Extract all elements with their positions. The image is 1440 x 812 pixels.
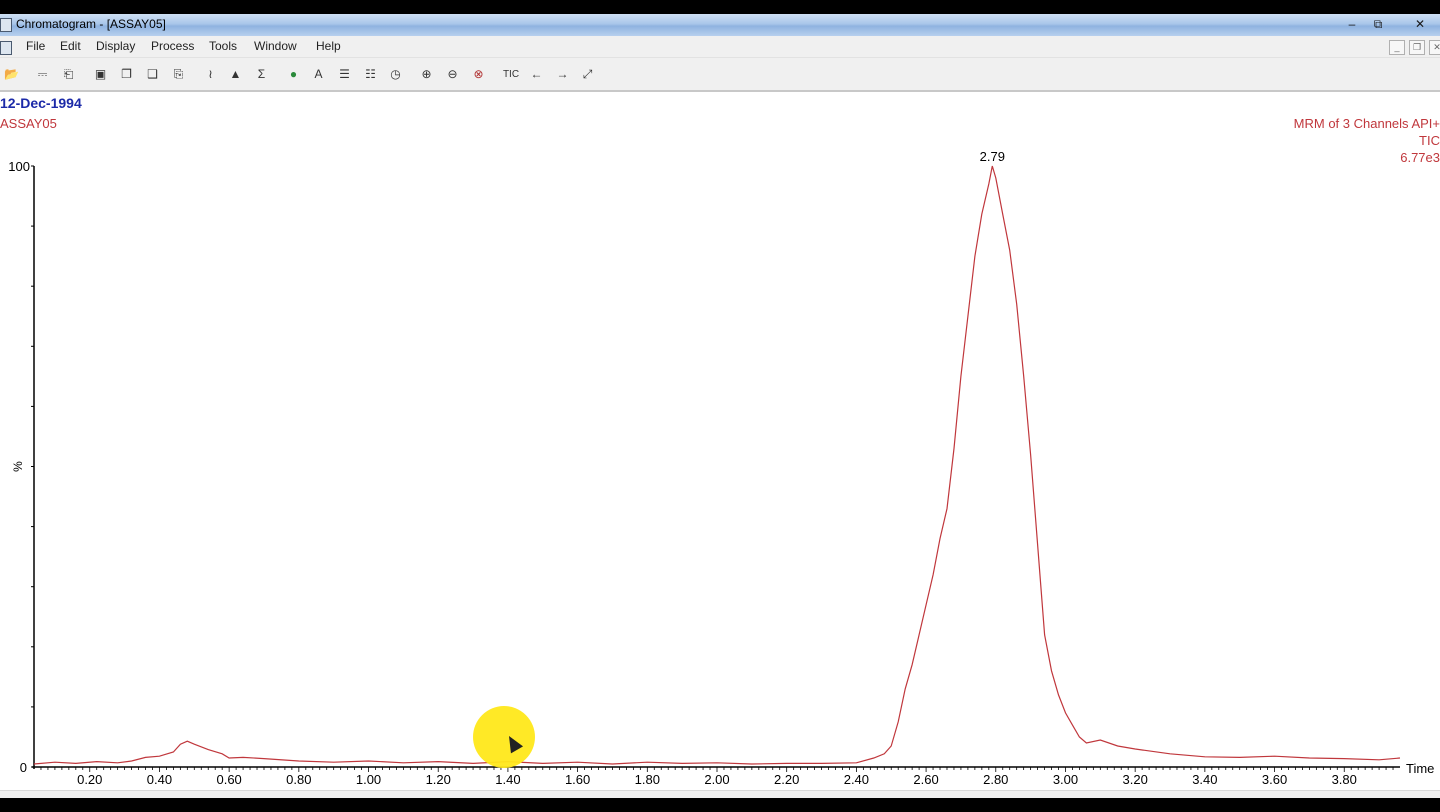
paste-icon[interactable]: ⎘ (170, 66, 187, 83)
x-tick-label: 1.20 (426, 772, 451, 787)
copy-icon[interactable]: ❐ (118, 66, 135, 83)
x-tick-label: 1.00 (356, 772, 381, 787)
menu-bar: File Edit Display Process Tools Window H… (0, 36, 1440, 58)
fullscreen-icon[interactable]: ⤢ (579, 66, 596, 83)
x-tick-label: 3.60 (1262, 772, 1287, 787)
menu-file[interactable]: File (26, 39, 45, 53)
tic-icon[interactable]: TIC (499, 66, 523, 83)
toolbar: 📂 ⎓ ⎗ ▣ ❐ ❑ ⎘ ≀ ▲ Σ ● A ☰ ☷ ◷ ⊕ ⊖ ⊗ TIC … (0, 58, 1440, 92)
title-bar[interactable]: Chromatogram - [ASSAY05] – ⧉ ✕ (0, 14, 1440, 36)
peak-label: 2.79 (980, 149, 1005, 164)
document-icon[interactable] (0, 41, 12, 55)
x-tick-label: 1.40 (495, 772, 520, 787)
cursor-highlight (473, 706, 535, 768)
timer-icon[interactable]: ◷ (387, 66, 404, 83)
text-icon[interactable]: A (310, 66, 327, 83)
layout-icon[interactable]: ☷ (362, 66, 379, 83)
x-tick-label: 2.80 (983, 772, 1008, 787)
menu-edit[interactable]: Edit (60, 39, 81, 53)
x-tick-label: 3.00 (1053, 772, 1078, 787)
x-tick-label: 2.20 (774, 772, 799, 787)
restore-button[interactable]: ⧉ (1366, 15, 1390, 33)
y-axis-label: % (11, 461, 25, 472)
x-tick-label: 2.60 (913, 772, 938, 787)
print-preview-icon[interactable]: ⎓ (34, 66, 51, 83)
menu-help[interactable]: Help (316, 39, 341, 53)
x-tick-label: 3.20 (1123, 772, 1148, 787)
x-tick-label: 1.60 (565, 772, 590, 787)
app-icon[interactable] (0, 18, 12, 32)
menu-display[interactable]: Display (96, 39, 135, 53)
x-tick-label: 1.80 (635, 772, 660, 787)
menu-tools[interactable]: Tools (209, 39, 237, 53)
menu-window[interactable]: Window (254, 39, 297, 53)
x-tick-label: 3.40 (1192, 772, 1217, 787)
copy-list-icon[interactable]: ❑ (144, 66, 161, 83)
zoom-reset-icon[interactable]: ⊗ (470, 66, 487, 83)
minimize-button[interactable]: – (1340, 15, 1364, 33)
x-tick-label: 0.40 (147, 772, 172, 787)
camera-icon[interactable]: ▣ (92, 66, 109, 83)
x-tick-label: 2.00 (704, 772, 729, 787)
peak-icon[interactable]: ▲ (227, 66, 244, 83)
combine-icon[interactable]: Σ (253, 66, 270, 83)
tic-trace (33, 165, 1401, 765)
open-icon[interactable]: 📂 (3, 66, 20, 83)
chart-canvas[interactable]: 0.20 0.40 0.60 0.80 1.00 1.20 1.40 1.60 1.80 2.00… (0, 92, 1440, 798)
header-icon[interactable]: ☰ (336, 66, 353, 83)
close-button[interactable]: ✕ (1408, 15, 1432, 33)
x-tick-label: 2.40 (844, 772, 869, 787)
chromatogram-plot[interactable]: 12-Dec-1994 ASSAY05 MRM of 3 Channels AP… (0, 92, 1440, 798)
x-tick-label: 0.80 (286, 772, 311, 787)
zoom-in-icon[interactable]: ⊕ (418, 66, 435, 83)
chromatogram-window: Chromatogram - [ASSAY05] – ⧉ ✕ File Edit… (0, 14, 1440, 798)
forward-icon[interactable]: → (554, 66, 571, 83)
mdi-restore-button[interactable]: ❐ (1409, 40, 1425, 55)
y-tick-label: 100 (8, 159, 30, 174)
integrate-icon[interactable]: ≀ (202, 66, 219, 83)
status-strip (0, 790, 1440, 798)
back-icon[interactable]: ← (528, 66, 545, 83)
mdi-minimize-button[interactable]: _ (1389, 40, 1405, 55)
mdi-close-button[interactable]: ✕ (1429, 40, 1440, 55)
x-axis-label: Time (1406, 761, 1434, 776)
x-tick-label: 0.20 (77, 772, 102, 787)
print-icon[interactable]: ⎗ (60, 66, 77, 83)
x-tick-label: 3.80 (1332, 772, 1357, 787)
window-title: Chromatogram - [ASSAY05] (16, 17, 166, 31)
y-tick-label: 0 (20, 760, 27, 775)
menu-process[interactable]: Process (151, 39, 194, 53)
globe-icon[interactable]: ● (285, 66, 302, 83)
zoom-out-icon[interactable]: ⊖ (444, 66, 461, 83)
x-tick-label: 0.60 (216, 772, 241, 787)
